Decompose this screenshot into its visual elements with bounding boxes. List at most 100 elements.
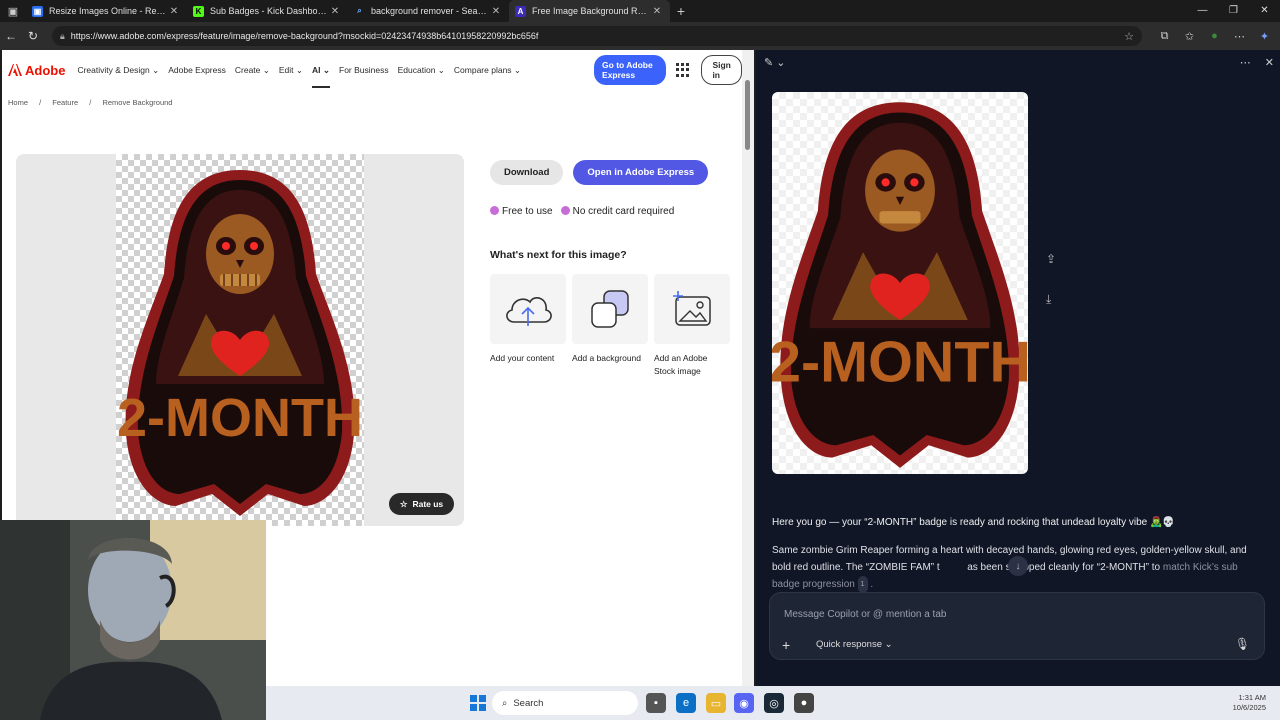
nav-creativity-design[interactable]: Creativity & Design ⌄ (77, 65, 159, 76)
page-scrollbar[interactable] (742, 50, 754, 686)
extensions-icon[interactable]: ⧉ (1152, 30, 1177, 43)
copilot-header: ✎ ⌄ ⋯ ✕ (764, 56, 1274, 69)
nav-edit[interactable]: Edit ⌄ (279, 65, 303, 76)
url-text: https://www.adobe.com/express/feature/im… (70, 31, 539, 41)
breadcrumb-feature[interactable]: Feature (52, 98, 78, 107)
card-add-background[interactable]: Add a background (572, 274, 648, 378)
action-buttons: Download Open in Adobe Express (490, 160, 709, 185)
copilot-panel: ✎ ⌄ ⋯ ✕ 2-MONTH ⇪ ⤓ Here you go — your “… (756, 50, 1280, 686)
microphone-icon[interactable]: 🎙︎ (1235, 637, 1250, 651)
scroll-down-icon[interactable]: ↓ (1008, 556, 1028, 576)
rate-us-label: Rate us (412, 499, 444, 509)
clock-time: 1:31 AM (1238, 693, 1266, 702)
edge-icon[interactable]: e (676, 693, 696, 713)
tab-bar: ▣ ▣ Resize Images Online - Resize JPG ✕ … (0, 0, 1280, 22)
profile-avatar[interactable]: ● (1202, 30, 1227, 43)
close-icon[interactable]: ✕ (167, 6, 181, 17)
tab-kick-dashboard[interactable]: K Sub Badges - Kick Dashboard ✕ (187, 0, 348, 22)
system-clock[interactable]: 1:31 AM 10/6/2025 (1233, 693, 1266, 713)
copilot-icon[interactable]: ✦ (1252, 30, 1277, 43)
badge-text: 2-MONTH (772, 331, 1028, 395)
tab-actions-icon[interactable]: ▣ (0, 0, 26, 22)
transparent-background: 2-MONTH (116, 154, 364, 526)
image-preview: 2-MONTH ☆ Rate us (16, 154, 464, 526)
perk-free: Free to use (490, 206, 553, 217)
check-icon (490, 206, 499, 215)
star-icon: ☆ (399, 498, 408, 509)
lock-icon[interactable]: 🔒︎ (60, 31, 65, 42)
card-add-content[interactable]: Add your content (490, 274, 566, 378)
open-in-adobe-express-button[interactable]: Open in Adobe Express (573, 160, 709, 185)
nav-compare-plans[interactable]: Compare plans ⌄ (454, 65, 521, 76)
browser-toolbar: ⧉ ✩ ● ⋯ ✦ (1152, 30, 1277, 43)
favorite-star-icon[interactable]: ☆ (1124, 30, 1134, 43)
favorites-icon[interactable]: ✩ (1177, 30, 1202, 43)
download-icon[interactable]: ⤓ (1046, 292, 1051, 307)
close-icon[interactable]: ✕ (1265, 56, 1274, 69)
tab-resize-images[interactable]: ▣ Resize Images Online - Resize JPG ✕ (26, 0, 187, 22)
close-icon[interactable]: ✕ (650, 6, 664, 17)
discord-icon[interactable]: ◉ (734, 693, 754, 713)
nav-education[interactable]: Education ⌄ (398, 65, 445, 76)
task-view-icon[interactable]: ▪ (646, 693, 666, 713)
download-button[interactable]: Download (490, 160, 564, 185)
webcam-feed (0, 520, 266, 720)
generated-badge-image[interactable]: 2-MONTH (772, 92, 1028, 474)
nav-adobe-express[interactable]: Adobe Express (168, 65, 226, 75)
image-icon: ▣ (32, 5, 43, 17)
clock-date: 10/6/2025 (1232, 703, 1266, 712)
more-options-icon[interactable]: ⋯ (1240, 56, 1251, 69)
breadcrumb-separator: / (39, 98, 42, 107)
rate-us-button[interactable]: ☆ Rate us (389, 493, 454, 515)
sign-in-button[interactable]: Sign in (701, 55, 742, 85)
copilot-composer[interactable]: Message Copilot or @ mention a tab + Qui… (769, 592, 1265, 660)
back-icon[interactable]: ← (0, 29, 22, 43)
nav-create[interactable]: Create ⌄ (235, 65, 270, 76)
adobe-logo-icon (8, 64, 22, 76)
close-icon[interactable]: ✕ (489, 6, 503, 17)
search-icon: ⌕ (502, 697, 508, 709)
copilot-message-intro: Here you go — your “2-MONTH” badge is re… (772, 517, 1175, 528)
card-label: Add your content (490, 353, 555, 363)
message-input[interactable]: Message Copilot or @ mention a tab (784, 609, 946, 620)
perk-no-card: No credit card required (560, 206, 674, 217)
taskbar-search-label: Search (513, 697, 544, 709)
new-chat-icon[interactable]: ✎ ⌄ (764, 56, 786, 69)
more-icon[interactable]: ⋯ (1227, 30, 1252, 43)
breadcrumb-home[interactable]: Home (8, 98, 28, 107)
taskbar-search[interactable]: ⌕ Search (492, 691, 638, 715)
tab-free-image-background-remover[interactable]: A Free Image Background Remover ✕ (509, 0, 670, 22)
breadcrumb-separator: / (89, 98, 92, 107)
close-icon[interactable]: ✕ (328, 6, 342, 17)
tab-background-remover-search[interactable]: ⌕ background remover - Search ✕ (348, 0, 509, 22)
go-to-adobe-express-button[interactable]: Go to Adobe Express (594, 55, 667, 85)
kick-icon: K (193, 5, 204, 17)
close-window-icon[interactable]: ✕ (1249, 0, 1280, 22)
steam-icon[interactable]: ◎ (764, 693, 784, 713)
add-attachment-icon[interactable]: + (782, 637, 790, 653)
refresh-icon[interactable]: ↻ (22, 29, 44, 43)
app-grid-icon[interactable] (676, 63, 690, 77)
url-field[interactable]: 🔒︎ https://www.adobe.com/express/feature… (52, 26, 1142, 46)
nav-for-business[interactable]: For Business (339, 65, 389, 75)
adobe-logo[interactable]: Adobe (8, 63, 65, 78)
layers-icon (591, 290, 629, 328)
obs-icon[interactable]: ● (794, 693, 814, 713)
tab-title: background remover - Search (371, 6, 489, 16)
minimize-icon[interactable]: — (1187, 0, 1218, 22)
nav-ai[interactable]: AI ⌄ (312, 65, 330, 88)
whats-next-heading: What's next for this image? (490, 249, 627, 261)
add-image-icon (673, 291, 711, 326)
quick-response-dropdown[interactable]: Quick response ⌄ (816, 639, 893, 650)
file-explorer-icon[interactable]: ▭ (706, 693, 726, 713)
adobe-nav: Adobe Creativity & Design ⌄ Adobe Expres… (2, 50, 742, 90)
new-tab-button[interactable]: + (670, 3, 692, 19)
next-cards: Add your content Add a background Add an… (490, 274, 730, 378)
windows-start-icon[interactable] (470, 695, 486, 711)
restore-icon[interactable]: ❐ (1218, 0, 1249, 22)
windows-taskbar: ⌕ Search ▪ e ▭ ◉ ◎ ● 1:31 AM 10/6/2025 (266, 686, 1280, 720)
card-add-stock-image[interactable]: Add an Adobe Stock image (654, 274, 730, 378)
check-icon (560, 206, 570, 215)
share-icon[interactable]: ⇪ (1046, 252, 1056, 266)
citation-badge[interactable]: 1 (857, 576, 868, 593)
